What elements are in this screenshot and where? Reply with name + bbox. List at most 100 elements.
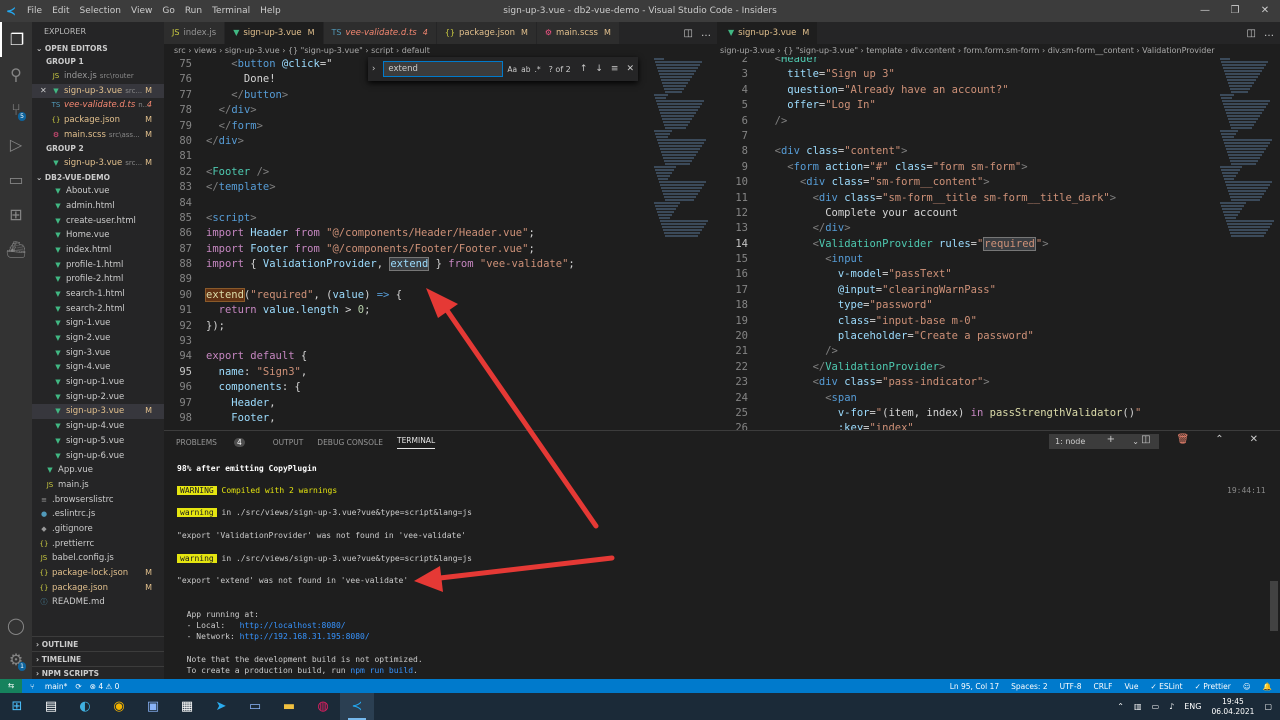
open-editor-item[interactable]: {} package.json M bbox=[32, 113, 164, 128]
sync-icon[interactable]: ⟳ bbox=[75, 682, 81, 691]
open-editor-item[interactable]: ▼ sign-up-3.vue src... M bbox=[32, 156, 164, 171]
menu-file[interactable]: File bbox=[22, 6, 47, 16]
minimize-icon[interactable]: — bbox=[1190, 0, 1220, 22]
start-icon[interactable]: ⊞ bbox=[0, 693, 34, 720]
file-tree-item[interactable]: ▼ sign-up-4.vue bbox=[32, 419, 164, 434]
display-icon[interactable]: ▭ bbox=[1152, 702, 1160, 711]
open-editor-item[interactable]: TS vee-validate.d.ts n... 4 bbox=[32, 98, 164, 113]
split-terminal-icon[interactable]: ◫ bbox=[1141, 434, 1150, 445]
more-actions-right-icon[interactable]: … bbox=[1264, 28, 1274, 39]
volume-icon[interactable]: ♪ bbox=[1169, 702, 1174, 711]
tab-terminal[interactable]: TERMINAL bbox=[396, 436, 436, 449]
minimap-left[interactable] bbox=[654, 57, 717, 430]
terminal-scrollbar[interactable] bbox=[1270, 581, 1278, 631]
menu-help[interactable]: Help bbox=[255, 6, 286, 16]
file-tree-item[interactable]: ▼ sign-2.vue bbox=[32, 331, 164, 346]
menu-view[interactable]: View bbox=[126, 6, 157, 16]
remote-explorer-icon[interactable]: ▭ bbox=[0, 162, 32, 197]
explorer-icon[interactable]: ❐ bbox=[0, 22, 32, 57]
regex-icon[interactable]: .* bbox=[535, 65, 541, 74]
menu-edit[interactable]: Edit bbox=[47, 6, 74, 16]
file-tree-item[interactable]: {} package.json M bbox=[32, 581, 164, 596]
file-tree-item[interactable]: ▼ sign-up-2.vue bbox=[32, 390, 164, 405]
vscode-taskbar-icon[interactable]: ≺ bbox=[340, 693, 374, 720]
maximize-panel-icon[interactable]: ⌃ bbox=[1215, 434, 1223, 445]
account-icon[interactable]: ◯ bbox=[0, 608, 32, 643]
indentation[interactable]: Spaces: 2 bbox=[1011, 682, 1047, 691]
eslint-status[interactable]: ✓ ESLint bbox=[1150, 682, 1182, 691]
file-tree-item[interactable]: ▼ sign-up-1.vue bbox=[32, 375, 164, 390]
notifications-icon[interactable]: 🔔 bbox=[1263, 682, 1272, 691]
close-editor-icon[interactable]: ✕ bbox=[40, 84, 50, 99]
previous-match-icon[interactable]: ↑ bbox=[580, 64, 588, 74]
line-ending[interactable]: CRLF bbox=[1093, 682, 1112, 691]
file-tree-item[interactable]: ▼ About.vue bbox=[32, 184, 164, 199]
npm-scripts-section[interactable]: › NPM SCRIPTS bbox=[32, 666, 164, 679]
manage-gear-icon[interactable]: ⚙ 1 bbox=[0, 642, 32, 677]
feedback-icon[interactable]: ☺ bbox=[1243, 682, 1251, 691]
code-editor-left[interactable]: 75 <button @click=" 76 Done! 77 </button… bbox=[164, 57, 654, 430]
find-input[interactable]: extend bbox=[383, 61, 504, 77]
file-tree-item[interactable]: ▼ sign-up-5.vue bbox=[32, 434, 164, 449]
file-tree-item[interactable]: ▼ Home.vue bbox=[32, 228, 164, 243]
minimap-right[interactable] bbox=[1220, 57, 1280, 430]
file-tree-item[interactable]: {} package-lock.json M bbox=[32, 566, 164, 581]
outline-section[interactable]: › OUTLINE bbox=[32, 636, 164, 651]
file-tree-item[interactable]: ▼ sign-3.vue bbox=[32, 346, 164, 361]
tab-main-scss[interactable]: ⚙ main.scss M bbox=[536, 22, 620, 44]
breadcrumb-left[interactable]: src › views › sign-up-3.vue › {} "sign-u… bbox=[164, 44, 717, 57]
split-editor-right-icon[interactable]: ◫ bbox=[1247, 28, 1256, 39]
close-window-icon[interactable]: ✕ bbox=[1250, 0, 1280, 22]
save-app-icon[interactable]: ▣ bbox=[136, 693, 170, 720]
run-debug-icon[interactable]: ▷ bbox=[0, 127, 32, 162]
next-match-icon[interactable]: ↓ bbox=[595, 64, 603, 74]
tray-chevron-icon[interactable]: ⌃ bbox=[1117, 702, 1124, 711]
file-tree-item[interactable]: ⓘ README.md bbox=[32, 595, 164, 610]
split-editor-icon[interactable]: ◫ bbox=[684, 28, 693, 39]
file-tree-item[interactable]: ● .eslintrc.js bbox=[32, 507, 164, 522]
menu-terminal[interactable]: Terminal bbox=[207, 6, 255, 16]
whole-word-icon[interactable]: ab bbox=[521, 65, 530, 74]
toggle-replace-icon[interactable]: › bbox=[372, 64, 375, 74]
file-tree-item[interactable]: ▼ profile-1.html bbox=[32, 258, 164, 273]
tab-debug-console[interactable]: DEBUG CONSOLE bbox=[317, 438, 383, 447]
tab-index-js[interactable]: JS index.js bbox=[164, 22, 226, 44]
match-case-icon[interactable]: Aa bbox=[507, 65, 517, 74]
remote-icon[interactable]: ⇆ bbox=[0, 679, 22, 693]
file-tree-item[interactable]: {} .prettierrc bbox=[32, 537, 164, 552]
tab-vee-validate-d-ts[interactable]: TS vee-validate.d.ts 4 bbox=[323, 22, 437, 44]
file-tree-item[interactable]: ▼ create-user.html bbox=[32, 214, 164, 229]
menu-go[interactable]: Go bbox=[157, 6, 179, 16]
tab-sign-up-3-vue[interactable]: ▼ sign-up-3.vue M bbox=[720, 22, 819, 44]
open-editor-item[interactable]: JS index.js src\router bbox=[32, 69, 164, 84]
breadcrumb-right[interactable]: sign-up-3.vue › {} "sign-up-3.vue" › tem… bbox=[720, 44, 1280, 57]
close-find-icon[interactable]: ✕ bbox=[626, 64, 634, 74]
open-editor-item[interactable]: ✕ ▼ sign-up-3.vue src... M bbox=[32, 83, 164, 99]
encoding[interactable]: UTF-8 bbox=[1060, 682, 1082, 691]
file-tree-item[interactable]: ▼ sign-1.vue bbox=[32, 316, 164, 331]
open-editors-header[interactable]: ⌄ OPEN EDITORS bbox=[32, 42, 164, 55]
notification-center-icon[interactable]: ▢ bbox=[1264, 702, 1272, 711]
menu-selection[interactable]: Selection bbox=[75, 6, 126, 16]
file-tree-item[interactable]: ▼ App.vue bbox=[32, 463, 164, 478]
language-mode[interactable]: Vue bbox=[1124, 682, 1138, 691]
network-icon[interactable]: ▥ bbox=[1134, 702, 1142, 711]
chrome-icon[interactable]: ◉ bbox=[102, 693, 136, 720]
branch-status[interactable]: ⑂ main* bbox=[30, 682, 67, 691]
source-control-icon[interactable]: ⑂ 5 bbox=[0, 92, 32, 127]
project-header[interactable]: ⌄ DB2-VUE-DEMO bbox=[32, 171, 164, 184]
file-tree-item[interactable]: ▼ sign-4.vue bbox=[32, 360, 164, 375]
file-tree-item[interactable]: ▼ admin.html bbox=[32, 199, 164, 214]
media-app-icon[interactable]: ◍ bbox=[306, 693, 340, 720]
docker-icon[interactable]: ⛴ bbox=[0, 232, 32, 267]
cursor-position[interactable]: Ln 95, Col 17 bbox=[950, 682, 999, 691]
restore-icon[interactable]: ❐ bbox=[1220, 0, 1250, 22]
language-indicator[interactable]: ENG bbox=[1184, 702, 1201, 711]
file-tree-item[interactable]: ◆ .gitignore bbox=[32, 522, 164, 537]
explorer-app-icon[interactable]: ▬ bbox=[272, 693, 306, 720]
tab-sign-up-3-vue[interactable]: ▼ sign-up-3.vue M bbox=[225, 22, 324, 44]
file-tree-item[interactable]: ▼ index.html bbox=[32, 243, 164, 258]
file-tree-item[interactable]: JS babel.config.js bbox=[32, 551, 164, 566]
tab-package-json[interactable]: {} package.json M bbox=[436, 22, 537, 44]
close-panel-icon[interactable]: ✕ bbox=[1250, 434, 1258, 445]
